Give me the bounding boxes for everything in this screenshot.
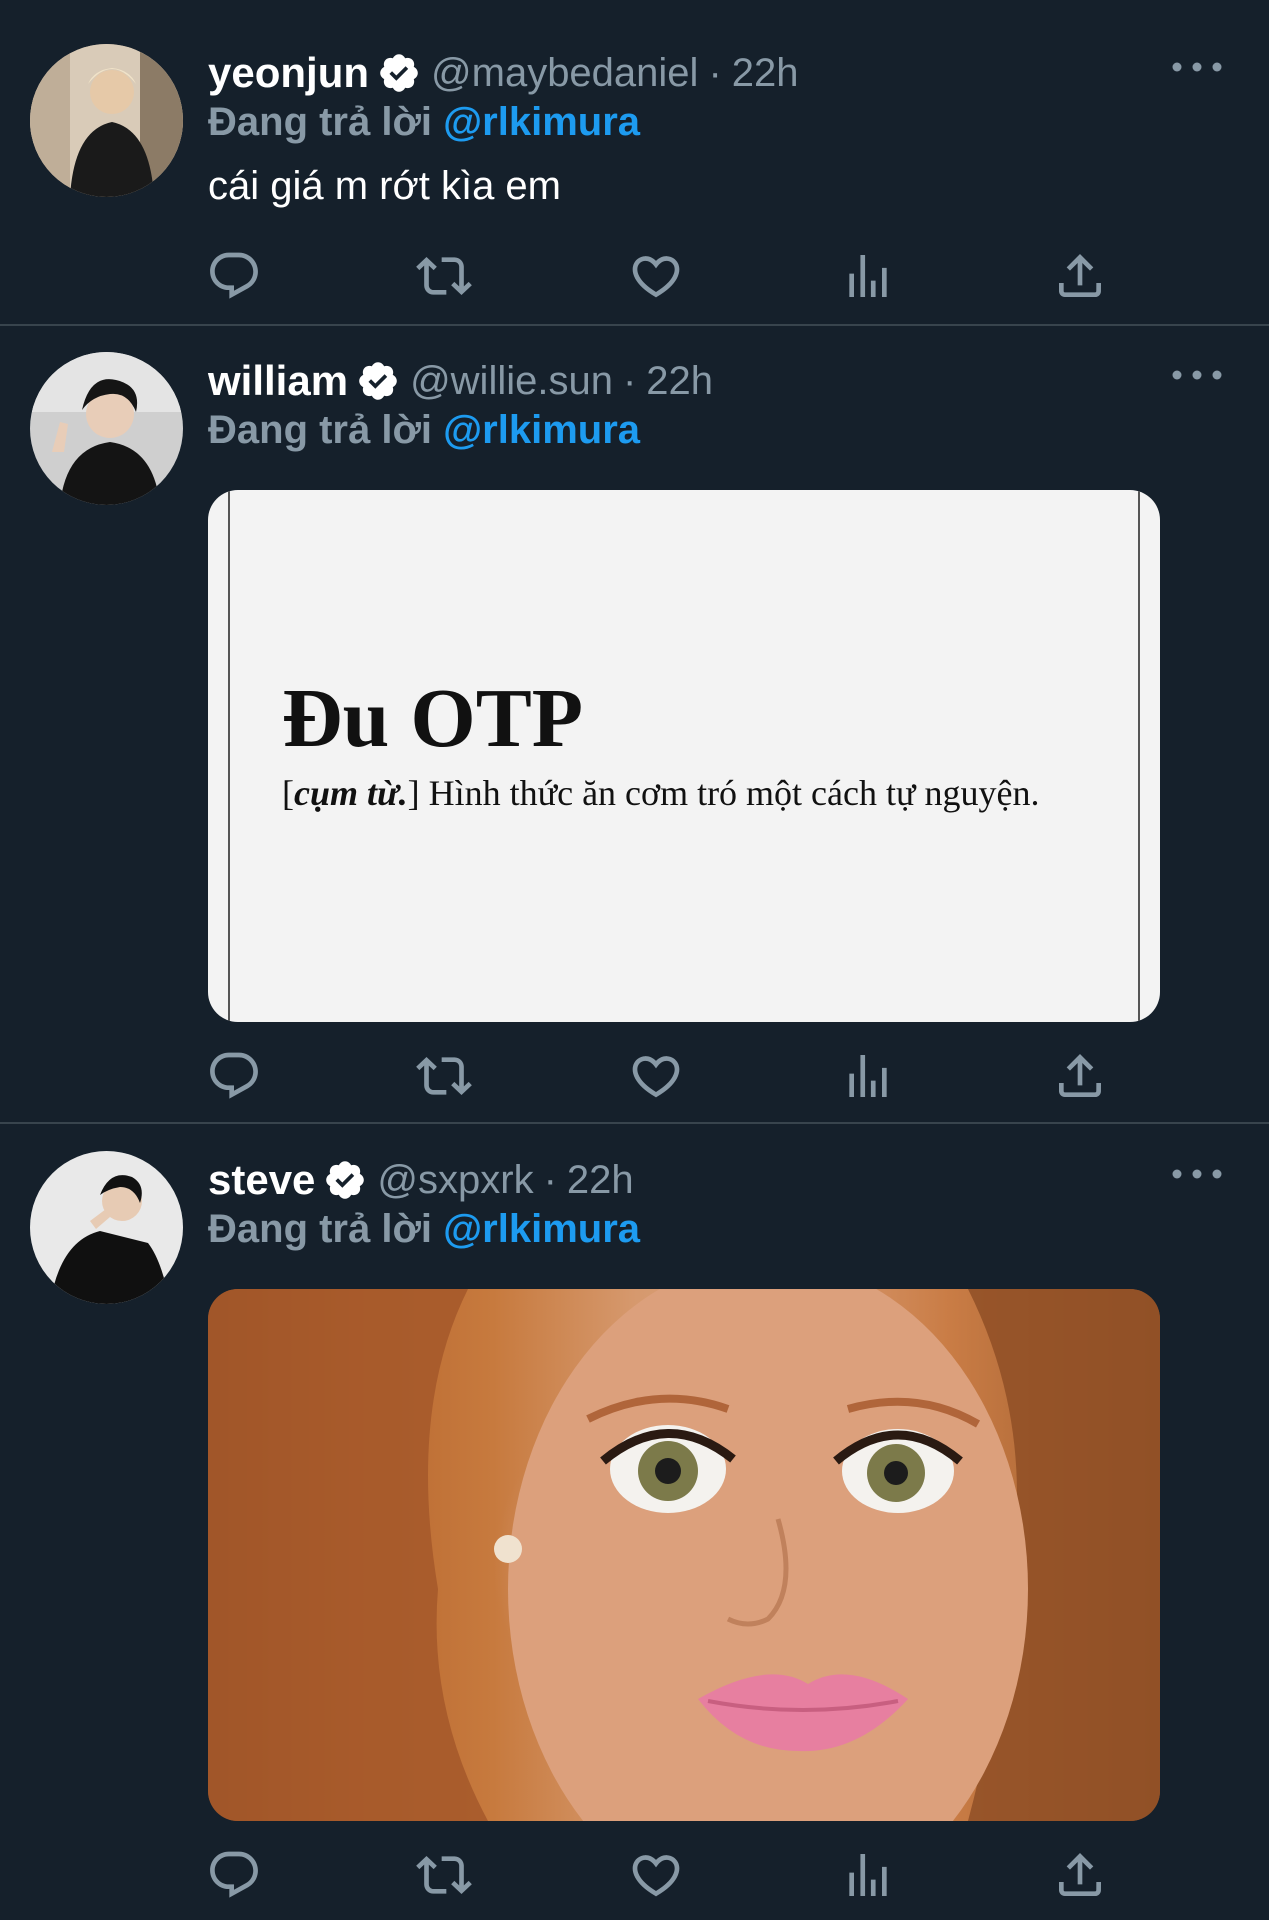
reply-icon[interactable] [206, 1048, 262, 1104]
display-name[interactable]: steve [208, 1156, 315, 1204]
replying-to: Đang trả lời @rlkimura [208, 100, 640, 145]
replying-label: Đang trả lời [208, 408, 433, 452]
share-icon[interactable] [1052, 248, 1108, 304]
user-handle[interactable]: @maybedaniel [431, 51, 698, 96]
mention-link[interactable]: @rlkimura [443, 408, 640, 452]
user-handle[interactable]: @sxpxrk [377, 1158, 533, 1203]
replying-label: Đang trả lời [208, 1207, 433, 1251]
replying-label: Đang trả lời [208, 100, 433, 144]
avatar[interactable] [30, 44, 183, 197]
action-bar [208, 1048, 1108, 1108]
timestamp[interactable]: 22h [567, 1158, 634, 1203]
replying-to: Đang trả lời @rlkimura [208, 408, 640, 453]
more-options-icon[interactable] [1167, 1159, 1227, 1189]
verified-badge-icon [356, 359, 400, 403]
retweet-icon[interactable] [416, 1847, 472, 1903]
bracket-close: ] [407, 773, 420, 813]
avatar-photo-icon [30, 1151, 183, 1304]
definition-headword: Đu OTP [282, 672, 584, 765]
share-icon[interactable] [1052, 1048, 1108, 1104]
views-icon[interactable] [840, 1847, 896, 1903]
reply-icon[interactable] [206, 248, 262, 304]
media-image[interactable]: Đu OTP [cụm từ.] Hình thức ăn cơm tró mộ… [208, 490, 1160, 1022]
retweet-icon[interactable] [416, 248, 472, 304]
action-bar [208, 248, 1108, 308]
like-icon[interactable] [628, 248, 684, 304]
display-name[interactable]: yeonjun [208, 49, 369, 97]
card-border-right [1138, 490, 1140, 1022]
avatar[interactable] [30, 1151, 183, 1304]
tweet-header: yeonjun @maybedaniel · 22h [208, 48, 799, 98]
views-icon[interactable] [840, 248, 896, 304]
avatar-photo-icon [30, 44, 183, 197]
like-icon[interactable] [628, 1048, 684, 1104]
shocked-doll-photo-icon [208, 1289, 1160, 1821]
part-of-speech: cụm từ. [294, 773, 408, 813]
timestamp[interactable]: 22h [732, 51, 799, 96]
tweet[interactable]: yeonjun @maybedaniel · 22h Đang trả lời … [0, 0, 1269, 325]
separator-dot: · [543, 1157, 557, 1202]
tweet[interactable]: william @willie.sun · 22h Đang trả lời @… [0, 308, 1269, 1123]
reply-icon[interactable] [206, 1847, 262, 1903]
bracket-open: [ [282, 773, 294, 813]
card-border-left [228, 490, 230, 1022]
separator-dot: · [708, 50, 722, 95]
tweet-header: william @willie.sun · 22h [208, 356, 713, 406]
user-handle[interactable]: @willie.sun [410, 359, 613, 404]
definition-text: Hình thức ăn cơm tró một cách tự nguyện. [419, 773, 1040, 813]
more-options-icon[interactable] [1167, 360, 1227, 390]
verified-badge-icon [323, 1158, 367, 1202]
more-options-icon[interactable] [1167, 52, 1227, 82]
views-icon[interactable] [840, 1048, 896, 1104]
mention-link[interactable]: @rlkimura [443, 1207, 640, 1251]
display-name[interactable]: william [208, 357, 348, 405]
verified-badge-icon [377, 51, 421, 95]
separator-dot: · [622, 358, 637, 403]
avatar-photo-icon [30, 352, 183, 505]
avatar[interactable] [30, 352, 183, 505]
share-icon[interactable] [1052, 1847, 1108, 1903]
media-image[interactable] [208, 1289, 1160, 1821]
like-icon[interactable] [628, 1847, 684, 1903]
definition-line: [cụm từ.] Hình thức ăn cơm tró một cách … [282, 772, 1040, 814]
tweet[interactable]: steve @sxpxrk · 22h Đang trả lời @rlkimu… [0, 1107, 1269, 1920]
timestamp[interactable]: 22h [646, 359, 713, 404]
action-bar [208, 1847, 1108, 1907]
retweet-icon[interactable] [416, 1048, 472, 1104]
replying-to: Đang trả lời @rlkimura [208, 1207, 640, 1252]
tweet-header: steve @sxpxrk · 22h [208, 1155, 634, 1205]
mention-link[interactable]: @rlkimura [443, 100, 640, 144]
tweet-text: cái giá m rớt kìa em [208, 164, 561, 208]
